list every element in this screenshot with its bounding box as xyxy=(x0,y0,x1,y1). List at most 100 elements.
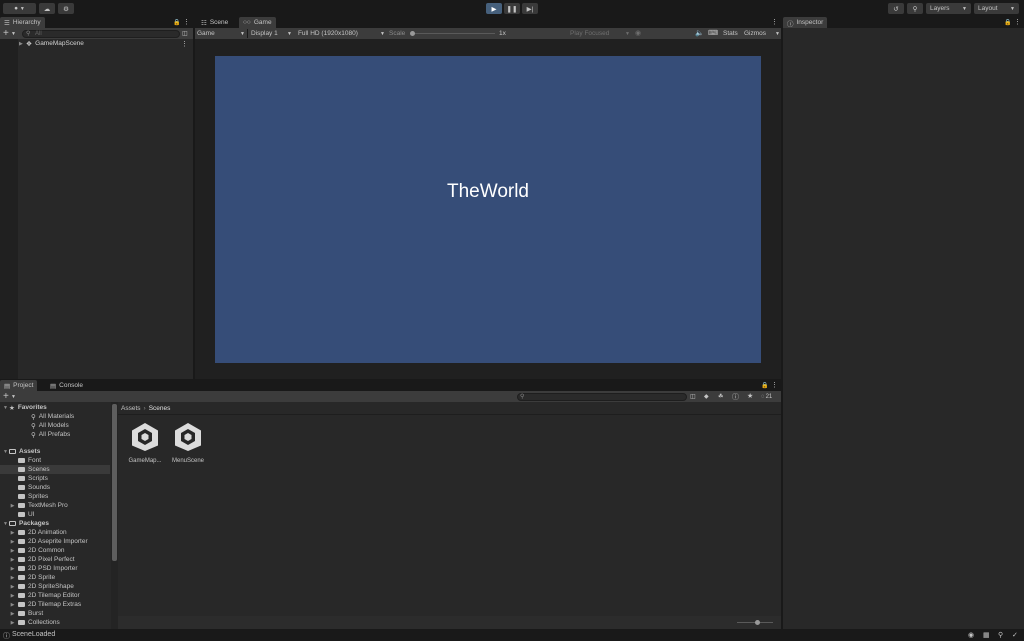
expand-arrow-icon[interactable]: ▶ xyxy=(9,584,16,590)
tree-package[interactable]: ▶ 2D Common xyxy=(0,546,110,555)
account-button[interactable]: ● ▼ xyxy=(3,3,36,14)
add-icon[interactable]: + xyxy=(3,28,9,39)
lock-icon[interactable]: 🔒 xyxy=(173,19,180,26)
expand-arrow-icon[interactable]: ▶ xyxy=(9,602,16,608)
tree-favorite-item[interactable]: ⚲ All Models xyxy=(0,421,110,430)
more-options-icon[interactable]: ⋮ xyxy=(181,40,188,48)
tree-asset-folder[interactable]: Sounds xyxy=(0,483,110,492)
stats-button[interactable]: Stats xyxy=(723,28,738,39)
tree-package[interactable]: ▶ Burst xyxy=(0,609,110,618)
hierarchy-scene-row[interactable]: ▶ ❖ GameMapScene ⋮ xyxy=(0,39,193,48)
breadcrumb-scenes[interactable]: Scenes xyxy=(149,405,171,412)
tree-asset-folder[interactable]: Scenes xyxy=(0,465,110,474)
tab-inspector[interactable]: ⓘ Inspector xyxy=(783,17,828,28)
display-dropdown[interactable]: Display 1 xyxy=(251,28,289,39)
expand-arrow-icon[interactable]: ▶ xyxy=(9,593,16,599)
tree-package[interactable]: ▶ 2D Aseprite Importer xyxy=(0,537,110,546)
cloud-button[interactable]: ☁ xyxy=(39,3,55,14)
log-filter-icon[interactable]: ⓘ xyxy=(732,392,739,402)
tree-package[interactable]: ▶ 2D Pixel Perfect xyxy=(0,555,110,564)
more-options-icon[interactable]: ⋮ xyxy=(771,18,778,26)
dropdown-arrow-icon[interactable]: ▼ xyxy=(11,31,16,37)
asset-menu-scene[interactable]: MenuScene xyxy=(168,421,208,464)
tree-favorite-item[interactable]: ⚲ All Materials xyxy=(0,412,110,421)
view-mode-dropdown[interactable]: Game ▼ xyxy=(197,28,245,39)
expand-arrow-icon[interactable]: ▶ xyxy=(9,611,16,617)
tree-package[interactable]: ▶ 2D Sprite xyxy=(0,573,110,582)
label-filter-icon[interactable]: ☘ xyxy=(718,393,723,400)
tree-package[interactable]: ▶ 2D Animation xyxy=(0,528,110,537)
tree-asset-folder[interactable]: ▶ TextMesh Pro xyxy=(0,501,110,510)
audio-mute-icon[interactable]: 🔈 xyxy=(695,29,704,37)
play-mode-dropdown[interactable]: Play Focused ▼ xyxy=(570,28,630,39)
tree-scrollbar[interactable] xyxy=(111,402,118,629)
tree-package[interactable]: ▶ Collections xyxy=(0,618,110,627)
expand-arrow-icon[interactable]: ▶ xyxy=(9,539,16,545)
pause-button[interactable]: ❚❚ xyxy=(504,3,520,14)
debug-mode-icon[interactable]: ⚲ xyxy=(998,631,1003,639)
scale-slider-thumb[interactable] xyxy=(410,31,415,36)
tree-asset-folder[interactable]: Scripts xyxy=(0,474,110,483)
expand-arrow-icon[interactable]: ▶ xyxy=(9,557,16,563)
game-render-area[interactable]: TheWorld xyxy=(215,56,761,363)
hidden-packages-toggle[interactable]: ◌ 21 xyxy=(761,391,772,402)
undo-history-button[interactable]: ↺ xyxy=(888,3,904,14)
expand-arrow-icon[interactable]: ▼ xyxy=(2,449,9,455)
search-button[interactable]: ⚲ xyxy=(907,3,923,14)
expand-arrow-icon[interactable]: ▶ xyxy=(9,620,16,626)
progress-check-icon[interactable]: ✓ xyxy=(1012,631,1018,639)
layers-dropdown[interactable]: Layers ▼ xyxy=(926,3,971,14)
expand-arrow-icon[interactable]: ▼ xyxy=(2,521,9,527)
step-button[interactable]: ▶| xyxy=(522,3,538,14)
cache-server-icon[interactable]: ▦ xyxy=(983,631,990,639)
lock-icon[interactable]: 🔒 xyxy=(761,382,768,389)
tree-scrollbar-thumb[interactable] xyxy=(112,404,117,561)
tree-package[interactable]: ▶ 2D Tilemap Editor xyxy=(0,591,110,600)
tree-assets[interactable]: ▼ Assets xyxy=(0,447,110,456)
keyboard-icon[interactable]: ⌨ xyxy=(708,29,718,37)
scale-slider-track[interactable] xyxy=(411,33,495,34)
tab-console[interactable]: ▤ Console xyxy=(46,380,87,391)
add-icon[interactable]: + xyxy=(3,391,9,402)
play-button[interactable]: ▶ xyxy=(486,3,502,14)
dropdown-arrow-icon[interactable]: ▼ xyxy=(11,394,16,400)
expand-arrow-icon[interactable]: ▶ xyxy=(9,503,16,509)
tab-project[interactable]: ▤ Project xyxy=(0,380,38,391)
tree-favorite-item[interactable]: ⚲ All Prefabs xyxy=(0,430,110,439)
gizmos-dropdown[interactable]: Gizmos ▼ xyxy=(744,28,780,39)
more-options-icon[interactable]: ⋮ xyxy=(1014,18,1021,26)
tab-game[interactable]: ○○ Game xyxy=(239,17,276,28)
lock-icon[interactable]: 🔒 xyxy=(1004,19,1011,26)
tab-scene[interactable]: ☷ Scene xyxy=(197,17,232,28)
tree-packages[interactable]: ▼ Packages xyxy=(0,519,110,528)
more-options-icon[interactable]: ⋮ xyxy=(771,381,778,389)
status-message[interactable]: SceneLoaded xyxy=(12,631,55,638)
expand-arrow-icon[interactable]: ▼ xyxy=(2,405,9,411)
collab-button[interactable]: ⚙ xyxy=(58,3,74,14)
expand-arrow-icon[interactable]: ▶ xyxy=(9,530,16,536)
network-icon[interactable]: ◉ xyxy=(968,631,974,639)
tab-hierarchy[interactable]: ☰ Hierarchy xyxy=(0,17,45,28)
expand-arrow-icon[interactable]: ▶ xyxy=(19,41,23,47)
tree-favorites[interactable]: ▼ ★ Favorites xyxy=(0,403,110,412)
bug-icon[interactable]: ◉ xyxy=(635,29,641,37)
type-filter-icon[interactable]: ◆ xyxy=(704,393,709,400)
expand-arrow-icon[interactable]: ▶ xyxy=(9,566,16,572)
search-filter-icon[interactable]: ◫ xyxy=(690,393,696,400)
tree-asset-folder[interactable]: Sprites xyxy=(0,492,110,501)
asset-gamemap-scene[interactable]: GameMap... xyxy=(125,421,165,464)
tree-package[interactable]: ▶ 2D SpriteShape xyxy=(0,582,110,591)
tree-asset-folder[interactable]: UI xyxy=(0,510,110,519)
tree-package[interactable]: ▶ 2D PSD Importer xyxy=(0,564,110,573)
hierarchy-search-input[interactable]: All xyxy=(22,30,180,38)
resolution-dropdown[interactable]: ▼ Full HD (1920x1080) ▼ xyxy=(287,28,385,39)
expand-arrow-icon[interactable]: ▶ xyxy=(9,575,16,581)
tree-package[interactable]: ▶ 2D Tilemap Extras xyxy=(0,600,110,609)
favorite-star-icon[interactable]: ★ xyxy=(747,392,753,400)
more-options-icon[interactable]: ⋮ xyxy=(183,18,190,26)
layout-dropdown[interactable]: Layout ▼ xyxy=(974,3,1019,14)
expand-arrow-icon[interactable]: ▶ xyxy=(9,548,16,554)
icon-size-slider-thumb[interactable] xyxy=(755,620,760,625)
tree-asset-folder[interactable]: Font xyxy=(0,456,110,465)
project-search-input[interactable] xyxy=(517,393,687,401)
